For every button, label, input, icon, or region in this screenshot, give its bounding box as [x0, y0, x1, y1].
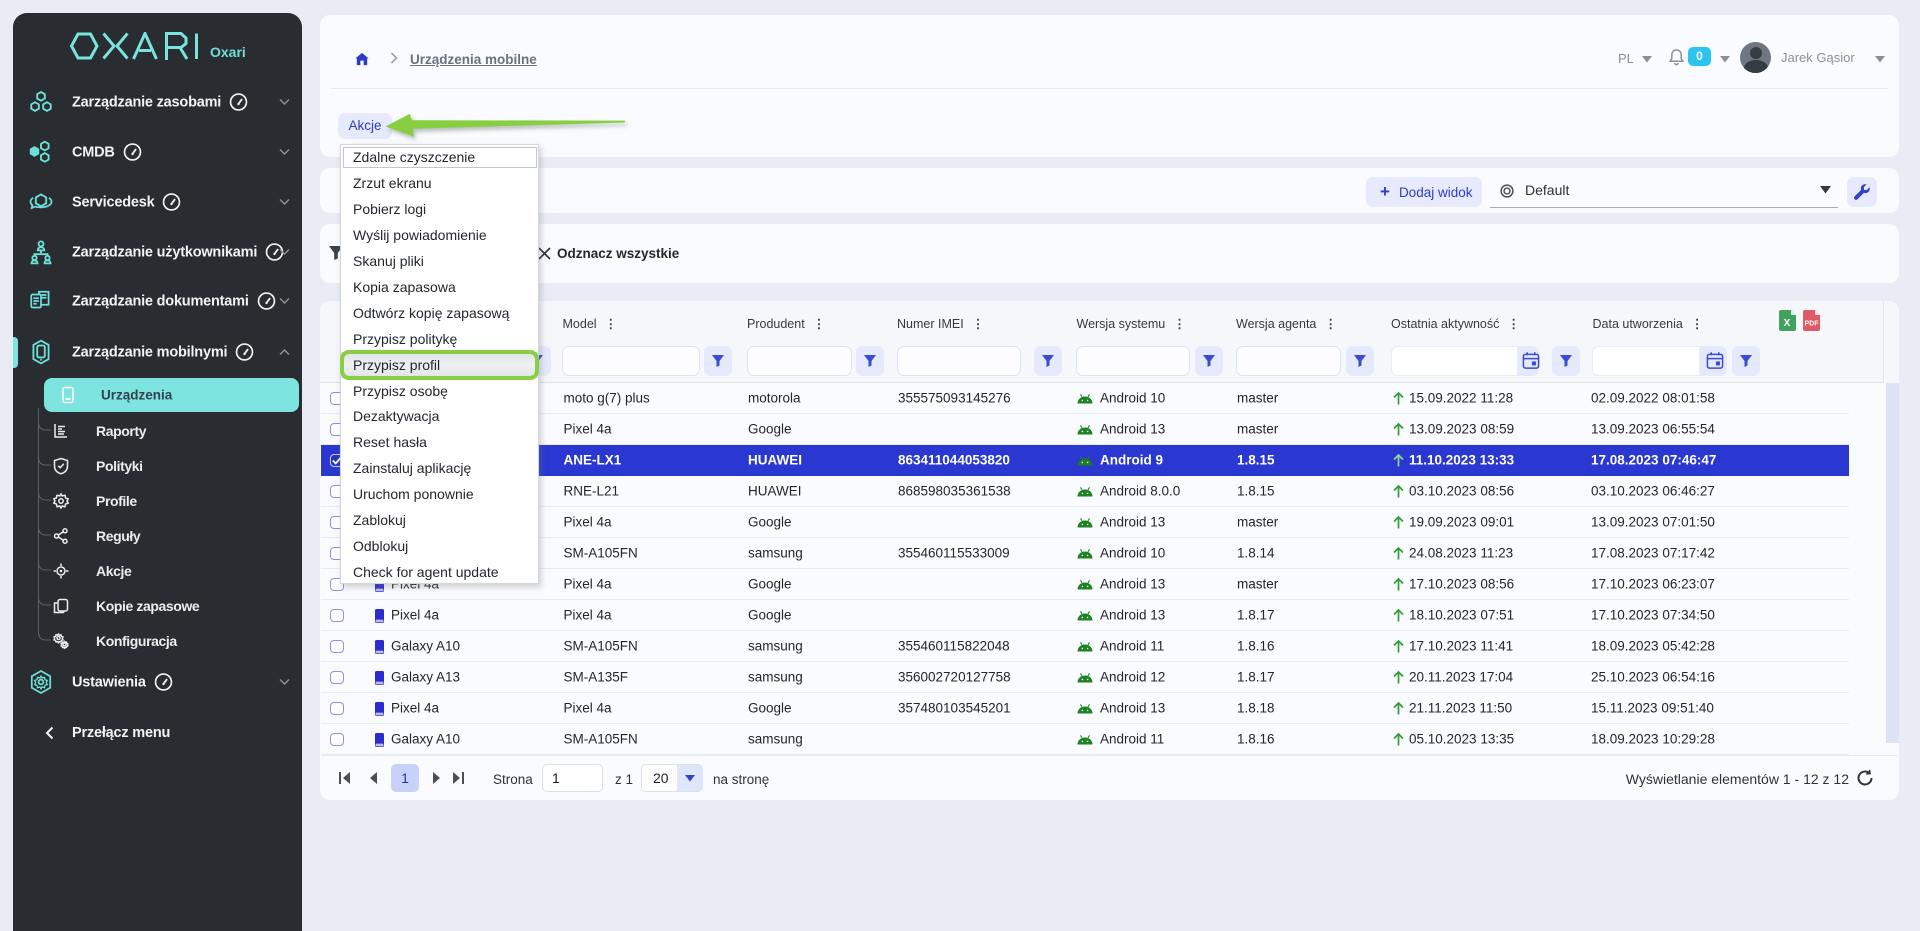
svg-text:X: X — [1784, 318, 1791, 329]
svg-text:PDF: PDF — [1805, 321, 1820, 328]
